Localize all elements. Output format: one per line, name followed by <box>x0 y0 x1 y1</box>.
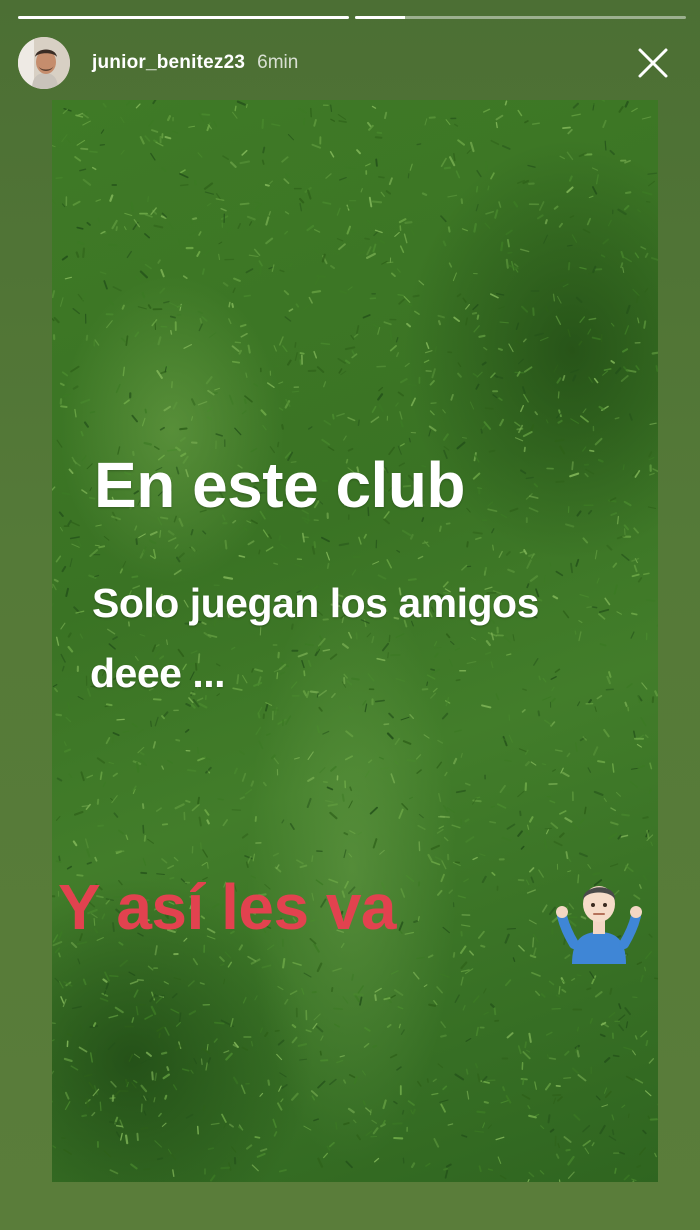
caption-line-4: Y así les va <box>58 871 397 943</box>
story-media[interactable]: En este club Solo juegan los amigos deee… <box>52 100 658 1182</box>
story-progress-bar <box>18 16 686 20</box>
close-icon <box>638 48 668 78</box>
profile-photo <box>18 37 70 89</box>
shrug-emoji-icon <box>556 886 642 964</box>
progress-segment <box>18 16 349 19</box>
progress-segment <box>355 16 686 19</box>
post-time: 6min <box>257 52 299 73</box>
caption-line-1: En este club <box>94 449 466 521</box>
caption-line-3: deee ... <box>90 650 226 696</box>
story-header: junior_benitez23 6min <box>18 36 686 90</box>
caption-line-2: Solo juegan los amigos <box>92 580 539 626</box>
avatar[interactable] <box>18 37 70 89</box>
story-viewer[interactable]: junior_benitez23 6min En este club Solo … <box>0 0 700 1230</box>
turf-texture <box>52 100 658 1182</box>
username[interactable]: junior_benitez23 <box>92 52 245 74</box>
close-button[interactable] <box>634 44 672 82</box>
